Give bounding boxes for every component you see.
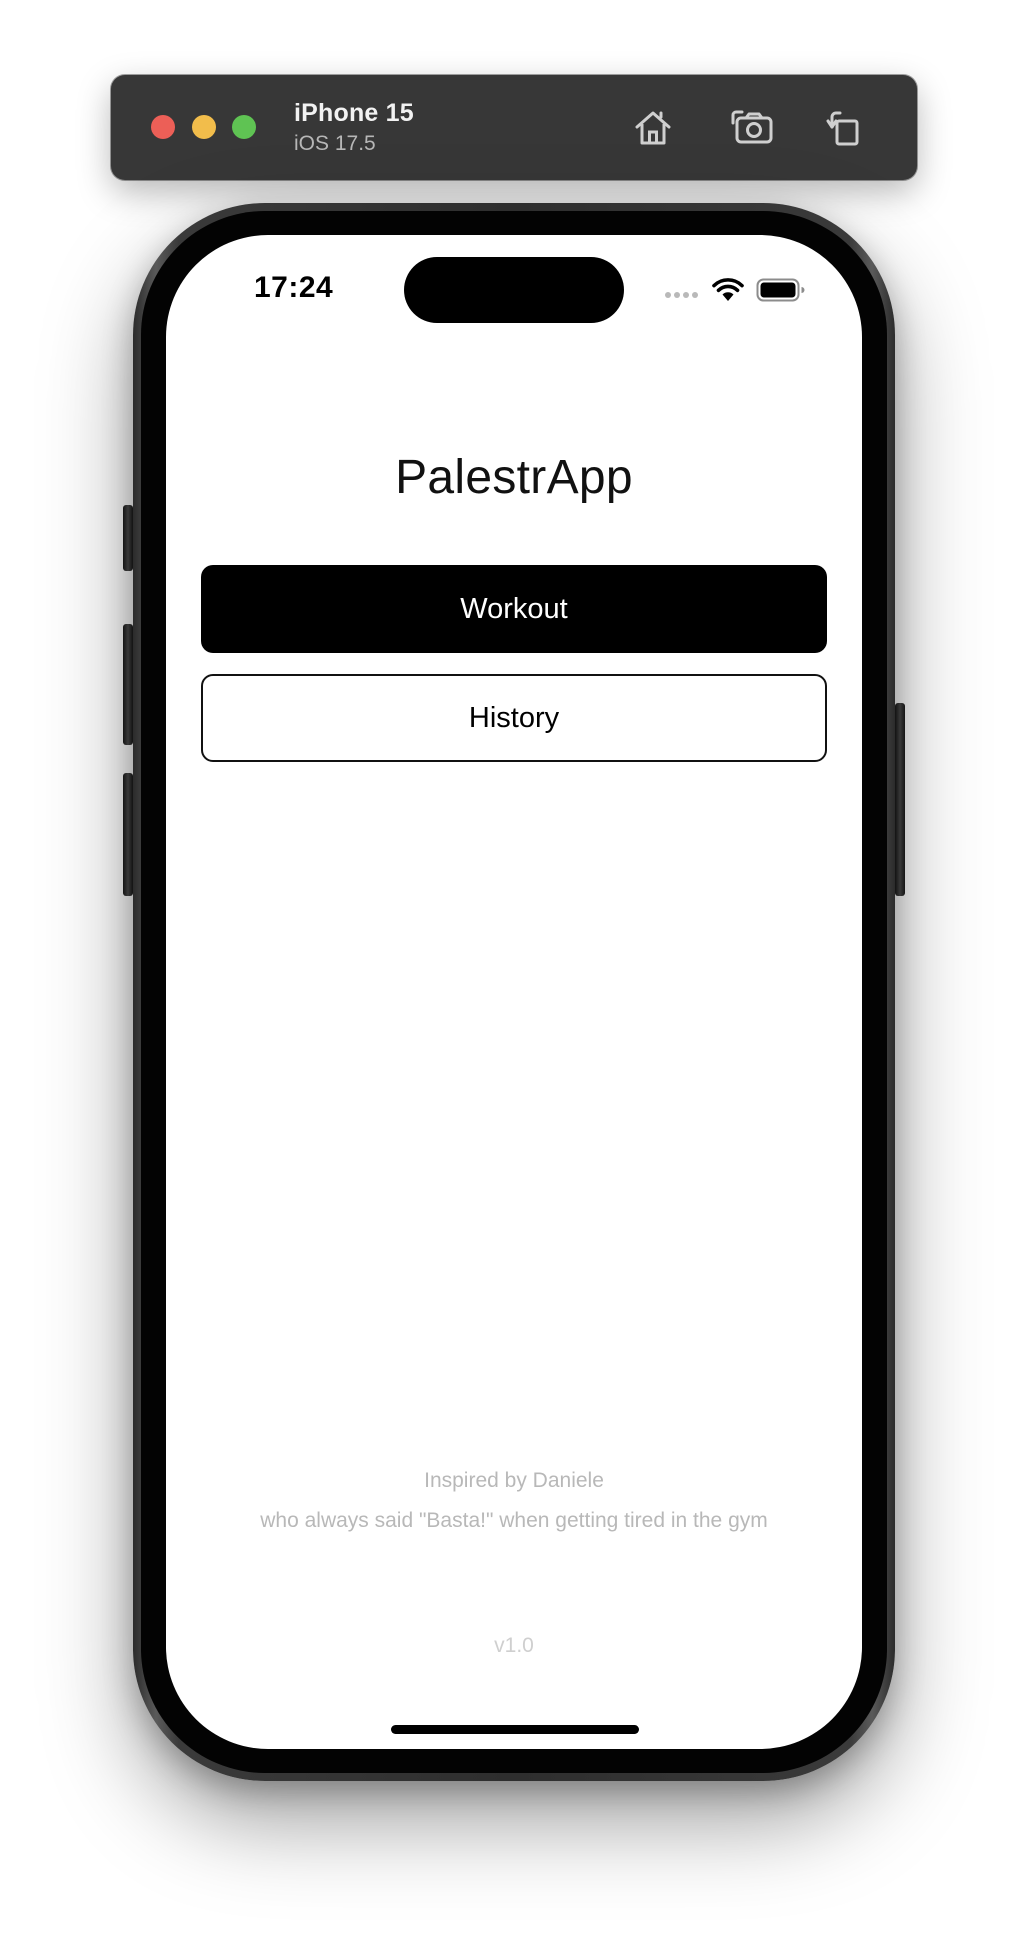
volume-up-button [123, 624, 133, 745]
os-version: iOS 17.5 [294, 132, 376, 155]
app-title: PalestrApp [395, 451, 633, 504]
phone-screen: 17:24 PalestrApp Workout History Inspire… [166, 235, 862, 1749]
screenshot-button[interactable] [730, 105, 776, 151]
action-button [123, 505, 133, 571]
simulator-toolbar: iPhone 15 iOS 17.5 [111, 75, 917, 180]
quote-text: who always said "Basta!" when getting ti… [260, 1509, 768, 1532]
dynamic-island [404, 257, 624, 323]
battery-icon [756, 278, 805, 302]
inspired-by-text: Inspired by Daniele [424, 1469, 604, 1492]
minimize-window-button[interactable] [192, 115, 216, 139]
home-icon [635, 111, 671, 145]
version-label: v1.0 [494, 1634, 534, 1657]
rotate-icon [826, 111, 859, 146]
history-button[interactable]: History [201, 674, 827, 762]
signal-dots-icon [665, 292, 698, 298]
side-button [895, 703, 905, 896]
rotate-button[interactable] [822, 105, 868, 151]
simulator-stage: iPhone 15 iOS 17.5 17:24 PalestrApp Work… [0, 0, 1028, 1934]
status-bar-time: 17:24 [254, 271, 334, 304]
zoom-window-button[interactable] [232, 115, 256, 139]
screenshot-icon [731, 110, 773, 144]
wifi-icon [712, 278, 744, 301]
home-button[interactable] [630, 105, 676, 151]
volume-down-button [123, 773, 133, 896]
workout-button[interactable]: Workout [201, 565, 827, 653]
device-name: iPhone 15 [294, 99, 414, 127]
home-indicator[interactable] [391, 1725, 639, 1734]
close-window-button[interactable] [151, 115, 175, 139]
